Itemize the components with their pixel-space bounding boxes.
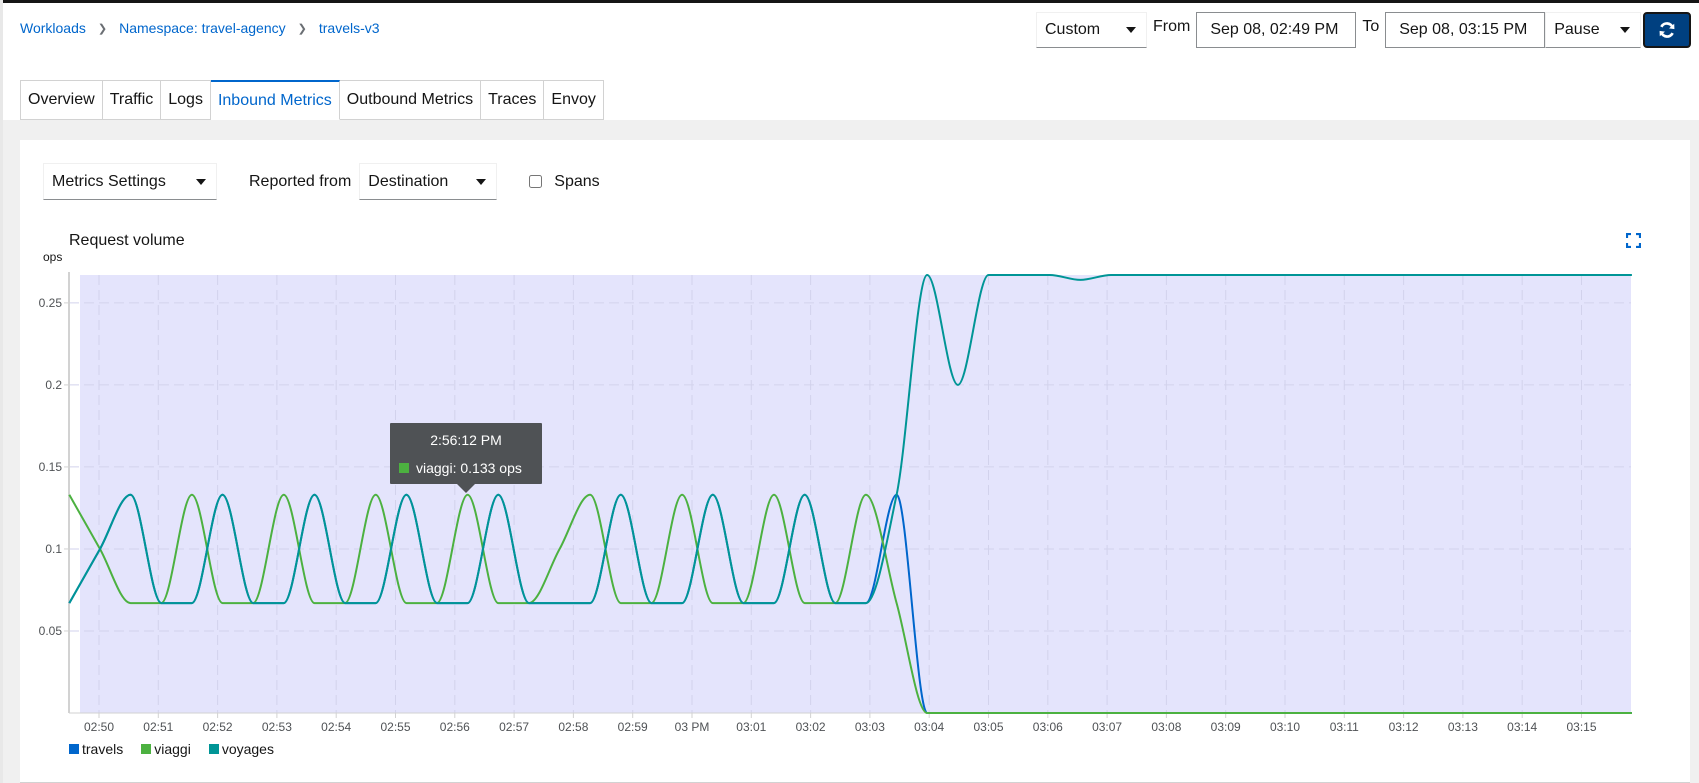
x-tick-label: 03:04	[914, 720, 944, 734]
x-tick-label: 02:51	[143, 720, 173, 734]
x-tick-label: 02:56	[440, 720, 470, 734]
x-tick-label: 03:14	[1507, 720, 1537, 734]
chart-legend: travels viaggi voyages	[69, 741, 292, 757]
x-tick-label: 03:03	[855, 720, 885, 734]
tooltip-time: 2:56:12 PM	[430, 432, 502, 448]
y-tick-label: 0.25	[39, 296, 63, 310]
x-tick-label: 03:08	[1151, 720, 1181, 734]
legend-label: voyages	[221, 741, 274, 757]
legend-swatch	[208, 744, 219, 754]
legend-item-voyages[interactable]: voyages	[208, 741, 274, 757]
y-tick-label: 0.2	[45, 378, 62, 392]
x-tick-label: 02:57	[499, 720, 529, 734]
x-tick-label: 03:09	[1211, 720, 1241, 734]
x-tick-label: 02:54	[321, 720, 351, 734]
y-tick-label: 0.15	[39, 460, 63, 474]
legend-swatch	[141, 744, 152, 754]
legend-item-viaggi[interactable]: viaggi	[141, 741, 191, 757]
x-tick-label: 03:12	[1389, 720, 1419, 734]
tooltip-value: viaggi: 0.133 ops	[416, 460, 522, 476]
legend-label: travels	[82, 741, 124, 757]
x-tick-label: 02:53	[262, 720, 292, 734]
x-tick-label: 03:10	[1270, 720, 1300, 734]
legend-swatch	[69, 744, 79, 754]
x-tick-label: 02:55	[380, 720, 410, 734]
x-tick-label: 02:59	[618, 720, 648, 734]
legend-label: viaggi	[154, 741, 191, 757]
tooltip-swatch	[399, 463, 409, 473]
x-axis-ticks: 02:50 02:51 02:52 02:53 02:54 02:55 02:56 02:57…	[84, 713, 1597, 734]
x-tick-label: 03:13	[1448, 720, 1478, 734]
chart-tooltip: 2:56:12 PM viaggi: 0.133 ops	[390, 423, 542, 493]
x-tick-label: 03:06	[1033, 720, 1063, 734]
x-tick-label: 03:01	[736, 720, 766, 734]
x-tick-label: 03:05	[973, 720, 1003, 734]
x-tick-label: 03:11	[1330, 720, 1359, 734]
y-tick-label: 0.05	[39, 624, 63, 638]
x-tick-label: 02:50	[84, 720, 114, 734]
x-tick-label: 03:15	[1566, 720, 1596, 734]
x-tick-label: 03:02	[796, 720, 826, 734]
x-tick-label: 02:52	[203, 720, 233, 734]
tooltip-row: viaggi: 0.133 ops	[399, 460, 522, 476]
legend-item-travels[interactable]: travels	[69, 741, 123, 757]
y-axis-ticks: 0.05 0.1 0.15 0.2 0.25	[39, 296, 69, 638]
x-tick-label: 03 PM	[675, 720, 710, 734]
y-tick-label: 0.1	[45, 542, 62, 556]
x-tick-label: 03:07	[1092, 720, 1122, 734]
x-tick-label: 02:58	[558, 720, 588, 734]
plot-background	[80, 275, 1631, 713]
request-volume-chart: 0.050.10.150.20.25 02:50 02:51 02:52 02:53 0…	[39, 272, 1632, 734]
